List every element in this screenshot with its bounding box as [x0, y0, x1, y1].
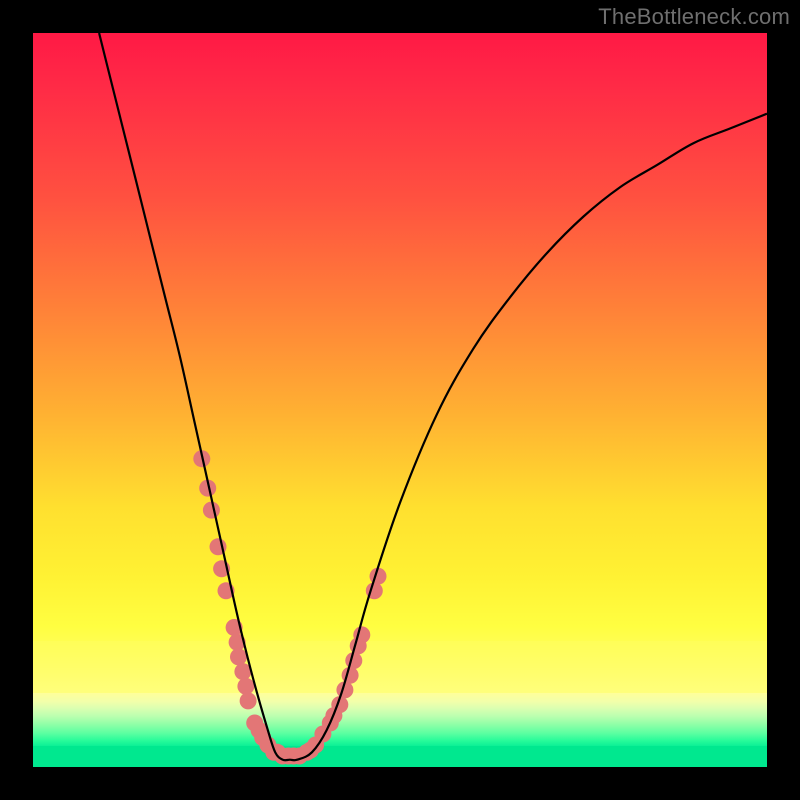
curve-svg	[33, 33, 767, 767]
watermark-text: TheBottleneck.com	[598, 4, 790, 30]
data-marker	[237, 678, 254, 695]
marker-group	[193, 450, 386, 764]
data-marker	[240, 692, 257, 709]
plot-area	[33, 33, 767, 767]
bottleneck-curve	[99, 33, 767, 760]
data-marker	[345, 652, 362, 669]
data-marker	[230, 648, 247, 665]
chart-frame: TheBottleneck.com	[0, 0, 800, 800]
data-marker	[203, 502, 220, 519]
